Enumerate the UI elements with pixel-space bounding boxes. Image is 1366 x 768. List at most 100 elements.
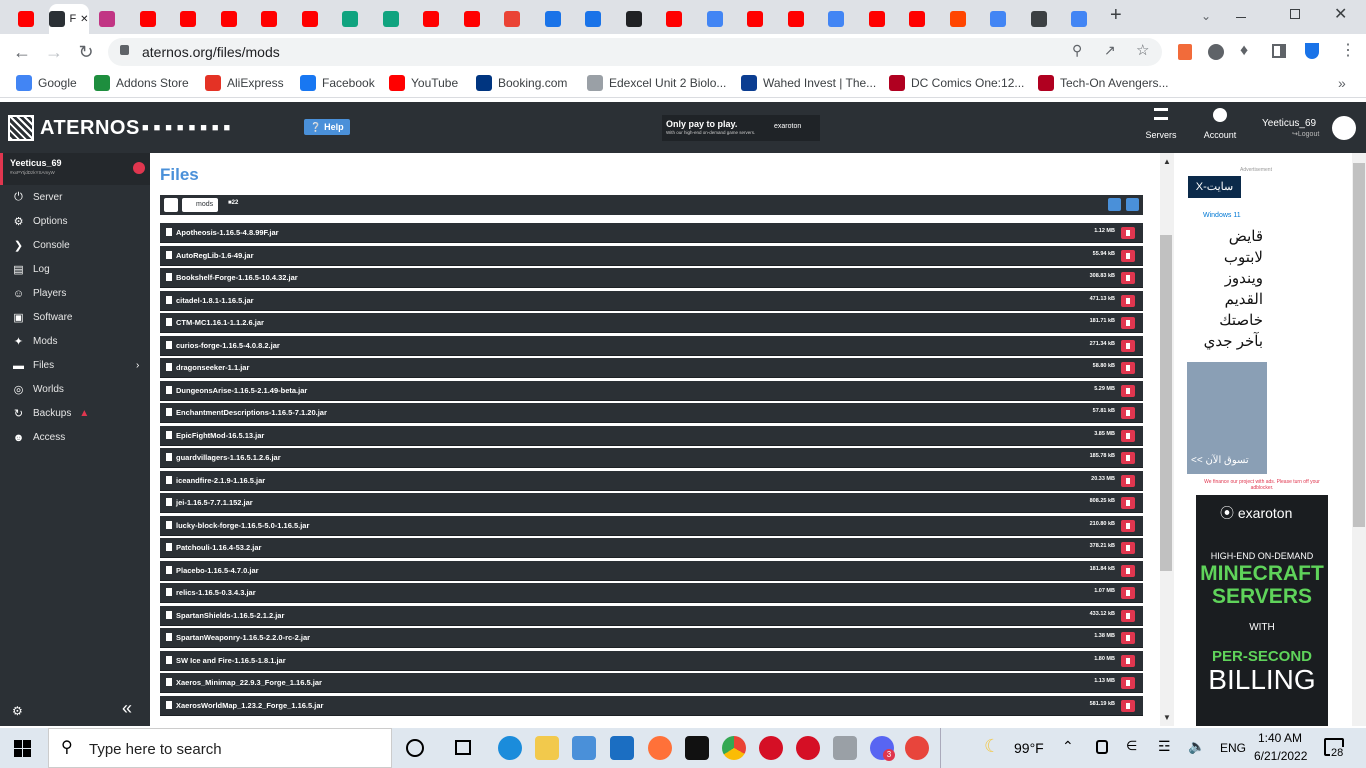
file-row[interactable]: dragonseeker-1.1.jar 58.80 kB (160, 358, 1143, 378)
file-name[interactable]: SpartanWeaponry-1.16.5-2.2.0-rc-2.jar (176, 633, 310, 642)
browser-tab[interactable] (413, 4, 449, 34)
browser-tab[interactable] (778, 4, 814, 34)
file-row[interactable]: iceandfire-2.1.9-1.16.5.jar 20.33 MB (160, 470, 1143, 491)
bookmark-item[interactable]: Facebook (300, 75, 375, 91)
browser-tab[interactable] (616, 4, 652, 34)
firefox-icon[interactable] (648, 736, 672, 760)
delete-file-button[interactable] (1121, 497, 1135, 509)
file-row[interactable]: SpartanShields-1.16.5-2.1.2.jar 433.12 kB (160, 605, 1143, 626)
delete-file-button[interactable] (1121, 542, 1135, 554)
forward-button[interactable]: → (44, 42, 64, 62)
ad-laptop[interactable]: X-سايت Windows 11 قايض لابتوب ويندوز الق… (1187, 174, 1267, 474)
file-row[interactable]: AutoRegLib-1.6-49.jar 55.94 kB (160, 245, 1143, 266)
file-row[interactable]: CTM-MC1.16.1-1.1.2.6.jar 181.71 kB (160, 313, 1143, 333)
file-row[interactable]: EpicFightMod-16.5.13.jar 3.85 MB (160, 425, 1143, 446)
sidebar-item-mods[interactable]: ✦ Mods (12, 335, 58, 348)
new-file-button[interactable] (1126, 198, 1139, 211)
scroll-thumb[interactable] (1160, 235, 1172, 571)
file-name[interactable]: lucky-block-forge-1.16.5-5.0-1.16.5.jar (176, 521, 309, 530)
file-row[interactable]: XaerosWorldMap_1.23.2_Forge_1.16.5.jar 58… (160, 695, 1143, 716)
file-row[interactable]: jei-1.16.5-7.7.1.152.jar 808.25 kB (160, 493, 1143, 513)
collapse-sidebar-icon[interactable]: « (122, 698, 132, 719)
servers-nav[interactable]: Servers (1140, 108, 1182, 140)
sidebar-item-access[interactable]: ☻ Access (12, 431, 66, 444)
cortana-icon[interactable] (406, 739, 424, 757)
delete-file-button[interactable] (1121, 654, 1135, 667)
file-name[interactable]: curios-forge-1.16.5-4.0.8.2.jar (176, 341, 280, 350)
file-row[interactable]: Patchouli-1.16.4-53.2.jar 378.21 kB (160, 538, 1143, 558)
delete-file-button[interactable] (1121, 609, 1135, 622)
minecraft-launcher-icon[interactable] (905, 736, 929, 760)
minimize-button[interactable] (1236, 6, 1246, 18)
tray-chevron-icon[interactable]: ⌃ (1062, 738, 1074, 755)
extensions-puzzle-icon[interactable]: ♦ (1240, 42, 1248, 60)
sidebar-item-players[interactable]: ☺ Players (12, 287, 66, 300)
shield-icon[interactable] (1305, 43, 1319, 59)
file-name[interactable]: guardvillagers-1.16.5.1.2.6.jar (176, 453, 281, 462)
bookmark-item[interactable]: Tech-On Avengers... (1038, 75, 1169, 91)
delete-file-button[interactable] (1121, 429, 1135, 442)
delete-file-button[interactable] (1121, 227, 1135, 239)
file-name[interactable]: Bookshelf-Forge-1.16.5-10.4.32.jar (176, 273, 298, 282)
address-bar[interactable]: aternos.org/files/mods ⚲ ↗ ☆ (108, 38, 1162, 66)
windows-start-icon[interactable] (14, 740, 31, 757)
browser-tab[interactable] (656, 4, 692, 34)
file-name[interactable]: Patchouli-1.16.4-53.2.jar (176, 543, 261, 552)
browser-tab[interactable] (373, 4, 409, 34)
browser-tab[interactable] (737, 4, 773, 34)
file-name[interactable]: citadel-1.8.1-1.16.5.jar (176, 296, 254, 305)
browser-tab[interactable] (1021, 4, 1057, 34)
clock-date[interactable]: 6/21/2022 (1254, 749, 1307, 763)
file-name[interactable]: SpartanShields-1.16.5-2.1.2.jar (176, 611, 284, 620)
file-name[interactable]: SW Ice and Fire-1.16.5-1.8.1.jar (176, 656, 286, 665)
edge-icon[interactable] (498, 736, 522, 760)
content-scrollbar[interactable]: ▲ ▼ (1160, 153, 1174, 726)
file-row[interactable]: curios-forge-1.16.5-4.0.8.2.jar 271.34 kB (160, 335, 1143, 356)
bookmark-item[interactable]: DC Comics One:12... (889, 75, 1024, 91)
epic-games-icon[interactable] (685, 736, 709, 760)
browser-tab[interactable] (859, 4, 895, 34)
delete-file-button[interactable] (1121, 474, 1135, 487)
extension-icon[interactable] (1178, 44, 1192, 60)
taskbar-search[interactable]: ⚲ Type here to search (48, 728, 392, 768)
browser-tab[interactable] (170, 4, 206, 34)
server-info[interactable]: Yeeticus_69 #xxPYtjdDzkYSAmyW (0, 153, 150, 185)
file-name[interactable]: Xaeros_Minimap_22.9.3_Forge_1.16.5.jar (176, 678, 322, 687)
delete-file-button[interactable] (1121, 407, 1135, 419)
bookmarks-overflow-icon[interactable]: » (1338, 75, 1346, 91)
browser-tab[interactable] (697, 4, 733, 34)
network-icon[interactable]: ☲ (1158, 738, 1171, 755)
store-icon[interactable] (572, 736, 596, 760)
browser-tab[interactable] (818, 4, 854, 34)
browser-tab[interactable] (130, 4, 166, 34)
file-explorer-icon[interactable] (535, 736, 559, 760)
mail-icon[interactable] (610, 736, 634, 760)
bookmark-item[interactable]: Google (16, 75, 77, 91)
sidebar-item-console[interactable]: ❯ Console (12, 239, 70, 252)
file-name[interactable]: iceandfire-2.1.9-1.16.5.jar (176, 476, 265, 485)
file-row[interactable]: relics-1.16.5-0.3.4.3.jar 1.07 MB (160, 583, 1143, 603)
page-scrollbar[interactable] (1352, 153, 1366, 726)
promo-banner[interactable]: Only pay to play. With our high-end on-d… (662, 115, 820, 141)
weather-moon-icon[interactable]: ☾ (984, 736, 1000, 757)
sidebar-item-server[interactable]: ⏻ Server (12, 191, 62, 204)
file-row[interactable]: Placebo-1.16.5-4.7.0.jar 181.84 kB (160, 560, 1143, 581)
volume-icon[interactable]: 🔈 (1188, 738, 1205, 755)
back-button[interactable]: ← (12, 42, 32, 62)
browser-tab[interactable] (89, 4, 125, 34)
ime-icon[interactable]: ∈ (1126, 738, 1137, 754)
help-button[interactable]: ❔ Help (304, 119, 350, 135)
file-name[interactable]: EnchantmentDescriptions-1.16.5-7.1.20.ja… (176, 408, 327, 417)
aternos-logo-icon[interactable] (8, 115, 34, 141)
task-view-icon[interactable] (455, 740, 471, 755)
sidepanel-icon[interactable] (1272, 44, 1286, 58)
file-name[interactable]: EpicFightMod-16.5.13.jar (176, 431, 264, 440)
language-label[interactable]: ENG (1220, 741, 1246, 755)
close-window-button[interactable]: ✕ (1334, 4, 1347, 24)
delete-file-button[interactable] (1121, 249, 1135, 262)
browser-tab[interactable] (980, 4, 1016, 34)
user-name[interactable]: Yeeticus_69 (1262, 118, 1316, 129)
file-row[interactable]: SW Ice and Fire-1.16.5-1.8.1.jar 1.80 MB (160, 650, 1143, 671)
bookmark-item[interactable]: Addons Store (94, 75, 189, 91)
page-scroll-thumb[interactable] (1353, 163, 1365, 527)
